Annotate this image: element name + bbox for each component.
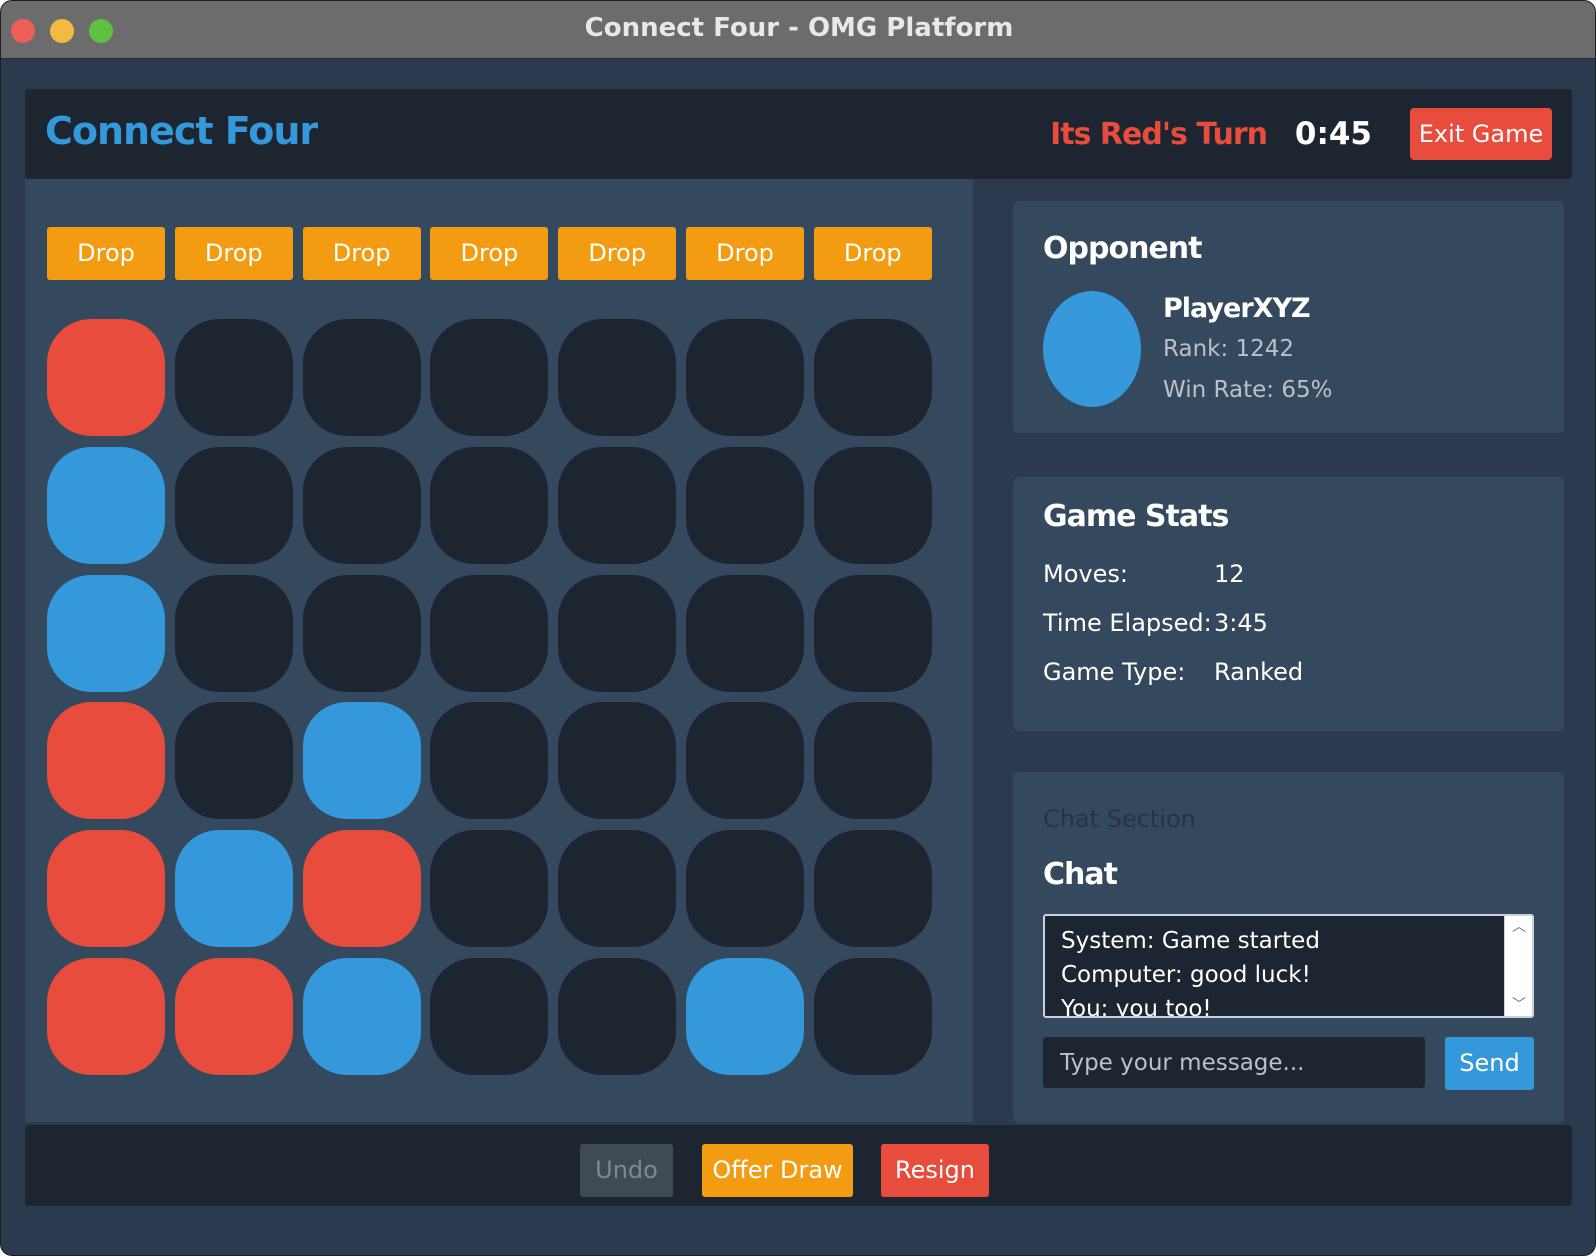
chat-message: Computer: good luck! (1061, 962, 1311, 988)
board-slot-empty (558, 702, 677, 820)
board-slot-empty (302, 446, 421, 564)
opponent-name: PlayerXYZ (1163, 293, 1311, 324)
drop-button-col-6[interactable]: Drop (686, 227, 804, 280)
board-slot-empty (558, 958, 677, 1075)
board-piece-blue (47, 446, 165, 564)
board-piece-red (47, 702, 165, 820)
stats-heading: Game Stats (1043, 499, 1229, 534)
chat-message-input[interactable] (1043, 1037, 1425, 1088)
board-panel: Drop Drop Drop Drop Drop Drop Drop (25, 179, 973, 1122)
board-piece-blue (174, 830, 293, 948)
board-piece-blue (302, 958, 421, 1075)
opponent-win-rate: Win Rate: 65% (1163, 377, 1333, 403)
board-slot-empty (813, 958, 932, 1075)
chevron-up-icon[interactable]: ︿ (1511, 920, 1527, 934)
stat-label-game-type: Game Type: (1043, 658, 1186, 686)
undo-button[interactable]: Undo (580, 1144, 673, 1197)
chat-card: Chat Section Chat System: Game started Co… (1013, 772, 1564, 1123)
exit-game-button[interactable]: Exit Game (1410, 108, 1552, 160)
board-slot-empty (558, 446, 677, 564)
board-piece-blue (47, 574, 165, 692)
chat-message: System: Game started (1061, 928, 1320, 954)
board-piece-red (174, 958, 293, 1075)
drop-button-col-5[interactable]: Drop (558, 227, 677, 280)
resign-button[interactable]: Resign (881, 1144, 989, 1197)
board-slot-empty (686, 702, 804, 820)
board-slot-empty (174, 702, 293, 820)
chat-message-list: System: Game started Computer: good luck!… (1061, 924, 1501, 1018)
opponent-heading: Opponent (1043, 231, 1202, 266)
stat-label-time-elapsed: Time Elapsed: (1043, 609, 1212, 637)
action-footer: Undo Offer Draw Resign (25, 1125, 1572, 1206)
chat-scrollbar[interactable]: ︿ ﹀ (1504, 916, 1532, 1016)
app-window: Connect Four - OMG Platform Connect Four… (0, 0, 1596, 1256)
board-slot-empty (686, 319, 804, 436)
stat-value-game-type: Ranked (1214, 658, 1304, 686)
board-piece-blue (686, 958, 804, 1075)
board-slot-empty (813, 574, 932, 692)
board-slot-empty (302, 319, 421, 436)
offer-draw-button[interactable]: Offer Draw (702, 1144, 853, 1197)
board-slot-empty (558, 319, 677, 436)
board-slot-empty (430, 958, 549, 1075)
board-slot-empty (558, 830, 677, 948)
send-button[interactable]: Send (1445, 1037, 1534, 1090)
chat-message: You: you too! (1061, 996, 1212, 1018)
stat-value-time-elapsed: 3:45 (1214, 609, 1268, 637)
board-piece-blue (302, 702, 421, 820)
board-slot-empty (302, 574, 421, 692)
board-slot-empty (430, 574, 549, 692)
chat-section-label: Chat Section (1043, 805, 1196, 833)
opponent-rank: Rank: 1242 (1163, 336, 1295, 362)
board-piece-red (47, 958, 165, 1075)
game-board (47, 319, 933, 1077)
chevron-down-icon[interactable]: ﹀ (1511, 998, 1527, 1012)
drop-button-col-3[interactable]: Drop (302, 227, 421, 280)
game-header: Connect Four Its Red's Turn 0:45 Exit Ga… (25, 89, 1572, 179)
board-slot-empty (430, 702, 549, 820)
board-slot-empty (174, 574, 293, 692)
board-slot-empty (430, 446, 549, 564)
board-slot-empty (813, 319, 932, 436)
board-piece-red (47, 319, 165, 436)
board-piece-red (302, 830, 421, 948)
drop-button-col-2[interactable]: Drop (174, 227, 293, 280)
window-title: Connect Four - OMG Platform (584, 13, 1014, 43)
turn-indicator: Its Red's Turn (1050, 117, 1268, 152)
board-piece-red (47, 830, 165, 948)
game-title: Connect Four (45, 109, 318, 153)
board-slot-empty (558, 574, 677, 692)
drop-button-row: Drop Drop Drop Drop Drop Drop Drop (47, 227, 933, 280)
board-slot-empty (174, 446, 293, 564)
chat-heading: Chat (1043, 857, 1118, 892)
board-slot-empty (686, 830, 804, 948)
stat-label-moves: Moves: (1043, 560, 1128, 588)
drop-button-col-1[interactable]: Drop (47, 227, 165, 280)
game-stats-card: Game Stats Moves: 12 Time Elapsed: 3:45 … (1013, 477, 1564, 731)
drop-button-col-4[interactable]: Drop (430, 227, 549, 280)
board-slot-empty (686, 446, 804, 564)
board-slot-empty (813, 446, 932, 564)
stat-value-moves: 12 (1214, 560, 1245, 588)
board-slot-empty (174, 319, 293, 436)
opponent-card: Opponent PlayerXYZ Rank: 1242 Win Rate: … (1013, 201, 1564, 433)
board-slot-empty (813, 702, 932, 820)
board-slot-empty (430, 830, 549, 948)
board-slot-empty (686, 574, 804, 692)
board-slot-empty (430, 319, 549, 436)
drop-button-col-7[interactable]: Drop (813, 227, 932, 280)
chat-log[interactable]: System: Game started Computer: good luck!… (1043, 914, 1534, 1018)
board-slot-empty (813, 830, 932, 948)
avatar (1043, 291, 1141, 407)
window-titlebar: Connect Four - OMG Platform (1, 1, 1595, 59)
turn-timer: 0:45 (1294, 116, 1372, 152)
